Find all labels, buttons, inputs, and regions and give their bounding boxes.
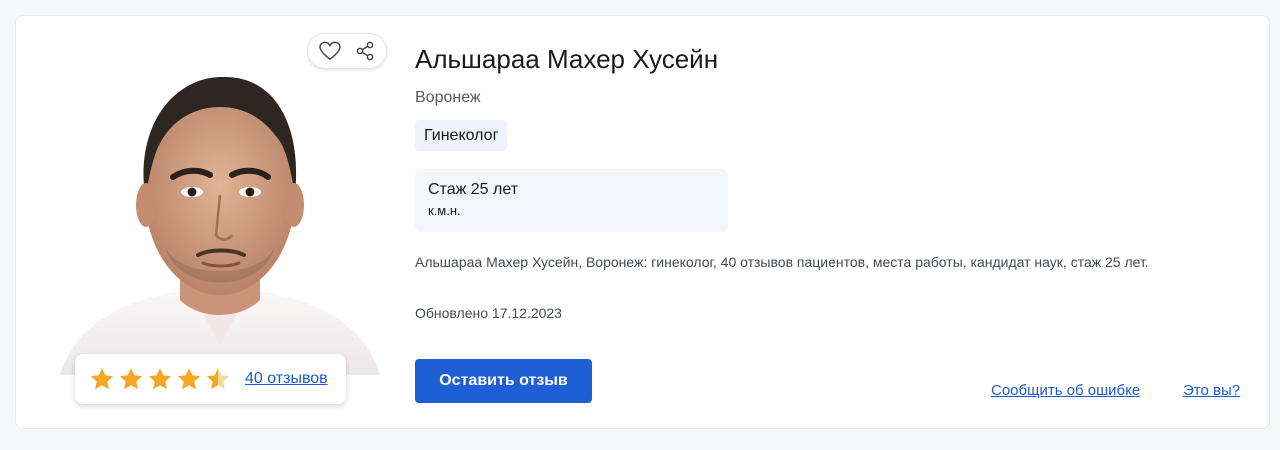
leave-review-button[interactable]: Оставить отзыв: [415, 359, 592, 403]
star-icon: [177, 368, 201, 390]
updated-date: Обновлено 17.12.2023: [415, 305, 562, 321]
star-icon: [119, 368, 143, 390]
experience-text: Стаж 25 лет: [428, 181, 519, 198]
specialty-tag[interactable]: Гинеколог: [415, 120, 508, 151]
card-actions: [307, 33, 387, 69]
doctor-city: Воронеж: [415, 89, 481, 106]
doctor-photo: [40, 45, 380, 375]
heart-icon[interactable]: [319, 41, 341, 61]
star-icon: [90, 368, 114, 390]
doctor-name: Альшараа Махер Хусейн: [415, 44, 719, 74]
report-error-link[interactable]: Сообщить об ошибке: [991, 382, 1140, 399]
is-it-you-link[interactable]: Это вы?: [1183, 382, 1240, 399]
doctor-description: Альшараа Махер Хусейн, Воронеж: гинеколо…: [415, 254, 1149, 270]
rating-badge: 40 отзывов: [75, 354, 346, 404]
degree-text: к.м.н.: [428, 203, 461, 218]
reviews-link[interactable]: 40 отзывов: [245, 370, 328, 388]
star-rating: [89, 366, 231, 392]
star-icon: [206, 368, 230, 390]
star-icon: [148, 368, 172, 390]
share-icon[interactable]: [355, 41, 375, 61]
experience-box: Стаж 25 лет к.м.н.: [415, 169, 728, 232]
